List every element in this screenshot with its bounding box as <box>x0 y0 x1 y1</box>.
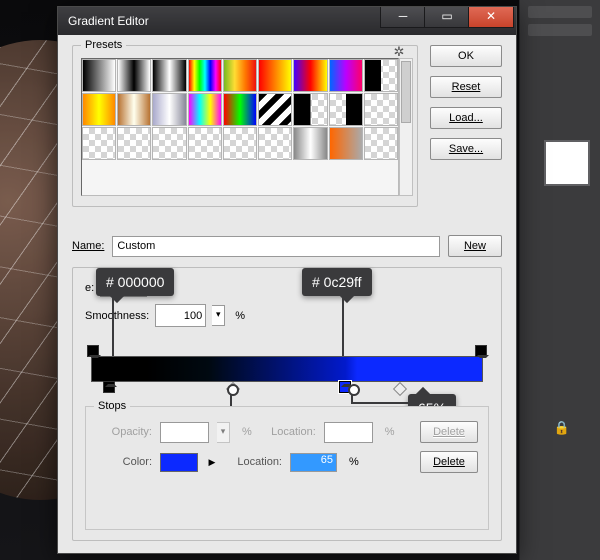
annotation-lead <box>351 402 415 404</box>
load-button[interactable]: Load... <box>430 107 502 129</box>
gradient-bar[interactable] <box>91 356 483 382</box>
preset-swatch[interactable] <box>152 93 186 126</box>
ok-button[interactable]: OK <box>430 45 502 67</box>
reset-button[interactable]: Reset <box>430 76 502 98</box>
preset-swatch[interactable] <box>188 59 222 92</box>
opacity-marker-left[interactable] <box>87 345 99 357</box>
name-label: Name: <box>72 240 104 252</box>
smoothness-input[interactable] <box>155 304 206 327</box>
opacity-value-input[interactable] <box>160 422 209 443</box>
preset-swatch[interactable] <box>293 59 327 92</box>
preset-swatch[interactable] <box>364 59 398 92</box>
delete-color-stop-button[interactable]: Delete <box>420 451 478 473</box>
preset-swatch[interactable] <box>258 127 292 160</box>
smoothness-unit: % <box>235 310 245 322</box>
location-bottom-label: Location: <box>226 456 282 468</box>
smoothness-label: Smoothness: <box>85 310 149 322</box>
preset-swatch[interactable] <box>258 93 292 126</box>
preset-swatch[interactable] <box>223 59 257 92</box>
location-top-label: Location: <box>260 426 316 438</box>
preset-swatch[interactable] <box>152 127 186 160</box>
preset-swatch[interactable] <box>364 127 398 160</box>
right-side-panel: 🔒 <box>519 0 600 560</box>
preset-grid[interactable] <box>81 58 399 196</box>
close-button[interactable]: ✕ <box>468 7 514 28</box>
midpoint-2[interactable] <box>393 382 407 396</box>
preset-swatch[interactable] <box>188 93 222 126</box>
opacity-marker-right[interactable] <box>475 345 487 357</box>
preset-swatch[interactable] <box>82 127 116 160</box>
type-label-partial: e: <box>85 282 94 294</box>
window-titlebar[interactable]: Gradient Editor ─ ▭ ✕ <box>58 7 516 35</box>
location-top-input[interactable] <box>324 422 373 443</box>
gradient-editor-window: Gradient Editor ─ ▭ ✕ OK Reset Load... S… <box>57 6 517 554</box>
maximize-button[interactable]: ▭ <box>424 7 470 28</box>
name-input[interactable] <box>112 236 440 257</box>
color-well[interactable] <box>160 453 198 472</box>
smoothness-stepper[interactable]: ▾ <box>212 305 225 326</box>
save-button[interactable]: Save... <box>430 138 502 160</box>
preset-swatch[interactable] <box>329 127 363 160</box>
preset-swatch[interactable] <box>293 93 327 126</box>
color-flyout-icon[interactable]: ▶ <box>206 454 218 471</box>
preset-swatch[interactable] <box>223 93 257 126</box>
new-button[interactable]: New <box>448 235 502 257</box>
preset-swatch[interactable] <box>82 93 116 126</box>
stops-group: Stops Opacity: ▾ % Location: % Delete Co… <box>85 406 489 530</box>
preset-swatch[interactable] <box>117 59 151 92</box>
window-title: Gradient Editor <box>68 14 149 28</box>
preset-swatch[interactable] <box>82 59 116 92</box>
preset-swatch[interactable] <box>364 93 398 126</box>
preset-swatch[interactable] <box>223 127 257 160</box>
preset-swatch[interactable] <box>117 127 151 160</box>
stops-label: Stops <box>94 400 130 412</box>
color-stop-1[interactable] <box>103 381 115 393</box>
preset-swatch[interactable] <box>258 59 292 92</box>
opacity-stepper: ▾ <box>217 422 230 443</box>
delete-opacity-stop-button: Delete <box>420 421 478 443</box>
color-label: Color: <box>96 456 152 468</box>
preset-swatch[interactable] <box>117 93 151 126</box>
opacity-label: Opacity: <box>96 426 152 438</box>
layer-thumbnail[interactable] <box>544 140 590 186</box>
annotation-stop2-hex: # 0c29ff <box>302 268 372 296</box>
lock-icon: 🔒 <box>554 420 570 436</box>
presets-label: Presets <box>81 39 126 51</box>
minimize-button[interactable]: ─ <box>380 7 426 28</box>
preset-swatch[interactable] <box>329 93 363 126</box>
gradient-edit-group: e: Solid Smoothness: ▾ % # 000000 # 0c29… <box>72 267 502 541</box>
annotation-lead <box>351 390 353 402</box>
preset-swatch[interactable] <box>293 127 327 160</box>
preset-swatch[interactable] <box>329 59 363 92</box>
location-bottom-input[interactable]: 65 <box>290 453 337 472</box>
presets-group: Presets ✲ <box>72 45 418 207</box>
preset-swatch[interactable] <box>188 127 222 160</box>
preset-scrollbar[interactable] <box>399 58 413 196</box>
annotation-stop1-hex: # 000000 <box>96 268 174 296</box>
preset-swatch[interactable] <box>152 59 186 92</box>
